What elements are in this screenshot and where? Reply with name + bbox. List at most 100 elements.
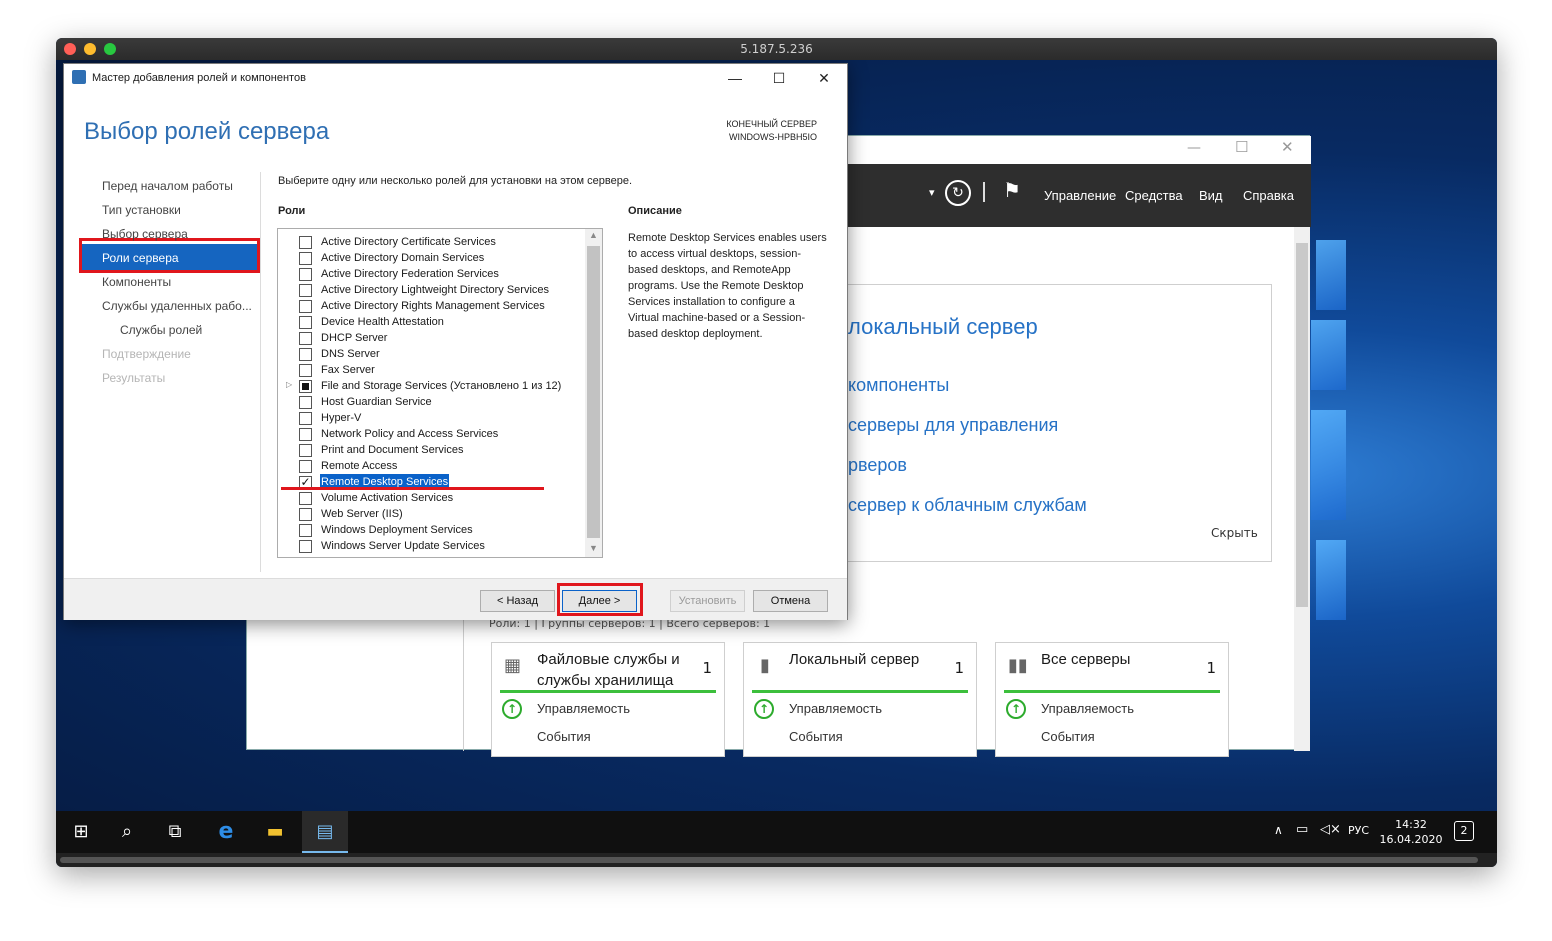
role-checkbox[interactable] <box>299 236 312 249</box>
role-checkbox[interactable] <box>299 348 312 361</box>
nav-installation-type[interactable]: Тип установки <box>102 203 181 217</box>
back-button[interactable]: < Назад <box>480 590 555 612</box>
maximize-icon[interactable]: ☐ <box>1235 138 1248 156</box>
file-explorer-icon[interactable]: ▬ <box>252 811 298 853</box>
minimize-icon[interactable]: — <box>1187 140 1201 156</box>
role-checkbox[interactable] <box>299 396 312 409</box>
tile-title[interactable]: Локальный сервер <box>789 649 939 670</box>
minimize-traffic-light[interactable] <box>84 43 96 55</box>
role-checkbox[interactable] <box>299 252 312 265</box>
role-label[interactable]: Windows Deployment Services <box>320 522 474 538</box>
role-checkbox[interactable] <box>299 444 312 457</box>
close-traffic-light[interactable] <box>64 43 76 55</box>
role-checkbox[interactable] <box>299 428 312 441</box>
language-indicator[interactable]: РУС <box>1348 824 1369 837</box>
menu-tools[interactable]: Средства <box>1125 188 1183 203</box>
nav-role-services[interactable]: Службы ролей <box>120 323 202 337</box>
role-label[interactable]: Active Directory Certificate Services <box>320 234 497 250</box>
task-view-icon[interactable]: ⧉ <box>152 811 198 853</box>
notifications-icon[interactable]: 2 <box>1454 821 1474 841</box>
horizontal-scrollbar[interactable] <box>60 857 1478 863</box>
manageability-link[interactable]: Управляемость <box>1041 701 1134 716</box>
scrollbar-thumb[interactable] <box>587 246 600 538</box>
role-label[interactable]: Print and Document Services <box>320 442 464 458</box>
close-icon[interactable]: ✕ <box>1281 138 1294 156</box>
scroll-up-icon[interactable]: ▲ <box>589 230 598 240</box>
role-label[interactable]: Remote Access <box>320 458 398 474</box>
role-label[interactable]: Device Health Attestation <box>320 314 445 330</box>
menu-manage[interactable]: Управление <box>1044 188 1116 203</box>
chevron-up-icon[interactable]: ∧ <box>1274 823 1283 837</box>
server-manager-icon[interactable]: ▤ <box>302 811 348 853</box>
role-label[interactable]: File and Storage Services (Установлено 1… <box>320 378 562 394</box>
search-icon[interactable]: ⌕ <box>104 811 150 853</box>
role-checkbox[interactable] <box>299 364 312 377</box>
nav-server-selection[interactable]: Выбор сервера <box>102 227 188 241</box>
maximize-icon[interactable]: ☐ <box>757 66 801 90</box>
tile-all-servers[interactable]: ▮▮ Все серверы 1 ↑ Управляемость События <box>995 642 1229 757</box>
role-label[interactable]: Active Directory Lightweight Directory S… <box>320 282 550 298</box>
role-checkbox[interactable] <box>299 412 312 425</box>
role-checkbox[interactable] <box>299 380 312 393</box>
tile-file-services[interactable]: ▦ Файловые службы и службы хранилища 1 ↑… <box>491 642 725 757</box>
role-label[interactable]: Active Directory Rights Management Servi… <box>320 298 546 314</box>
role-label[interactable]: Hyper-V <box>320 410 362 426</box>
events-link[interactable]: События <box>789 729 843 744</box>
scrollbar-thumb[interactable] <box>1296 243 1308 607</box>
role-checkbox[interactable] <box>299 284 312 297</box>
create-server-group-link[interactable]: рверов <box>848 455 907 476</box>
cancel-button[interactable]: Отмена <box>753 590 828 612</box>
speaker-muted-icon[interactable]: ◁× <box>1320 822 1341 837</box>
role-checkbox[interactable] <box>299 540 312 553</box>
menu-help[interactable]: Справка <box>1243 188 1294 203</box>
role-label[interactable]: Active Directory Federation Services <box>320 266 500 282</box>
events-link[interactable]: События <box>537 729 591 744</box>
role-label[interactable]: Host Guardian Service <box>320 394 433 410</box>
nav-remote-desktop-services[interactable]: Службы удаленных рабо... <box>102 299 252 313</box>
manageability-link[interactable]: Управляемость <box>789 701 882 716</box>
role-label[interactable]: Active Directory Domain Services <box>320 250 485 266</box>
role-checkbox[interactable] <box>299 508 312 521</box>
role-checkbox[interactable] <box>299 524 312 537</box>
nav-features[interactable]: Компоненты <box>102 275 171 289</box>
hide-link[interactable]: Скрыть <box>1211 526 1258 540</box>
clock[interactable]: 14:32 16.04.2020 <box>1376 817 1446 847</box>
role-label[interactable]: DHCP Server <box>320 330 388 346</box>
expand-arrow-icon[interactable]: ▷ <box>286 380 292 389</box>
dropdown-icon[interactable]: ▾ <box>929 186 935 199</box>
minimize-icon[interactable]: — <box>713 66 757 90</box>
roles-list[interactable]: Active Directory Certificate Services Ac… <box>277 228 603 558</box>
start-icon[interactable]: ⊞ <box>58 811 104 853</box>
nav-server-roles[interactable]: Роли сервера <box>102 251 179 265</box>
tile-local-server[interactable]: ▮ Локальный сервер 1 ↑ Управляемость Соб… <box>743 642 977 757</box>
flag-icon[interactable]: ⚑ <box>1003 178 1021 202</box>
role-checkbox[interactable] <box>299 316 312 329</box>
add-servers-link[interactable]: серверы для управления <box>848 415 1058 436</box>
events-link[interactable]: События <box>1041 729 1095 744</box>
nav-before-you-begin[interactable]: Перед началом работы <box>102 179 233 193</box>
close-icon[interactable]: ✕ <box>802 66 846 90</box>
role-checkbox[interactable] <box>299 460 312 473</box>
role-label[interactable]: Windows Server Update Services <box>320 538 486 554</box>
role-checkbox[interactable] <box>299 332 312 345</box>
configure-local-server-link[interactable]: локальный сервер <box>848 314 1038 340</box>
tile-title[interactable]: Все серверы <box>1041 649 1191 670</box>
role-checkbox[interactable] <box>299 300 312 313</box>
role-label[interactable]: DNS Server <box>320 346 381 362</box>
role-label[interactable]: Volume Activation Services <box>320 490 454 506</box>
role-label[interactable]: Web Server (IIS) <box>320 506 404 522</box>
add-components-link[interactable]: компоненты <box>848 375 949 396</box>
role-checkbox[interactable] <box>299 268 312 281</box>
internet-explorer-icon[interactable]: e <box>203 811 249 853</box>
network-icon[interactable]: ▭ <box>1296 822 1308 837</box>
role-checkbox[interactable] <box>299 492 312 505</box>
tile-title[interactable]: Файловые службы и службы хранилища <box>537 649 687 691</box>
refresh-icon[interactable]: ↻ <box>945 180 971 206</box>
connect-cloud-link[interactable]: сервер к облачным службам <box>848 495 1087 516</box>
role-label[interactable]: Fax Server <box>320 362 376 378</box>
menu-view[interactable]: Вид <box>1199 188 1223 203</box>
scrollbar[interactable] <box>1294 227 1310 751</box>
zoom-traffic-light[interactable] <box>104 43 116 55</box>
role-label[interactable]: Network Policy and Access Services <box>320 426 499 442</box>
manageability-link[interactable]: Управляемость <box>537 701 630 716</box>
